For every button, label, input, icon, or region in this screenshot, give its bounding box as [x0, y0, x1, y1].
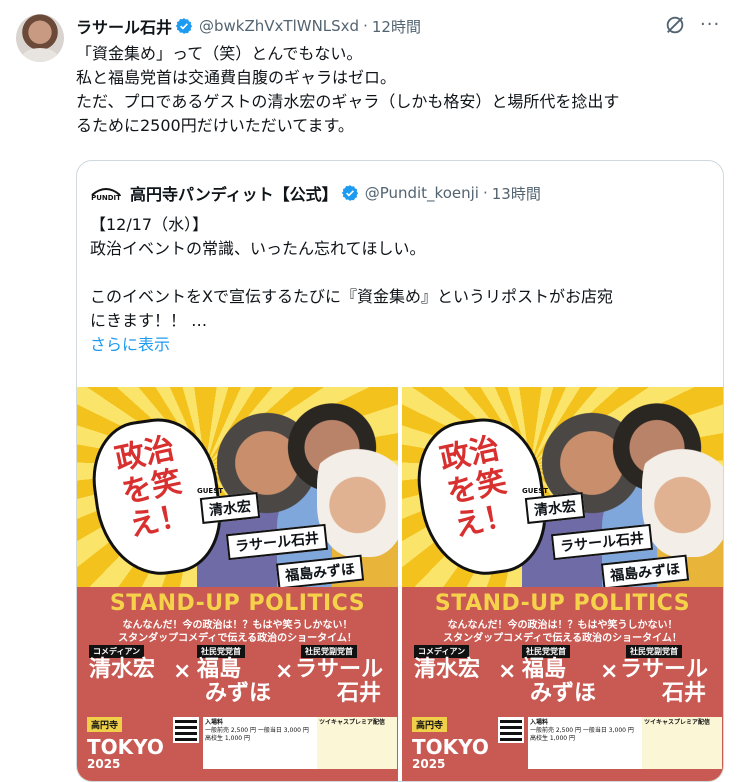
- poster-title: STAND-UP POLITICS: [434, 591, 691, 616]
- cast-name: 清水宏: [89, 657, 156, 682]
- cast-name: みずほ: [530, 681, 597, 706]
- quote-line: [90, 261, 710, 285]
- cast-name: ラサール: [295, 657, 384, 682]
- cast-block: コメディアン 社民党党首 社民党副党首 清水宏 × 福島 みずほ × ラサール …: [414, 645, 714, 705]
- ticket-info: 入場料 一般前売 2,500 円 一般当日 3,000 円 高校生 1,000 円: [203, 717, 317, 769]
- tweet-header: ラサール石井 @bwkZhVxTlWNLSxd · 12時間: [76, 14, 421, 38]
- tweet-line: 「資金集め」って（笑）とんでもない。: [76, 44, 363, 63]
- poster-image-1[interactable]: 政治を笑え！ GUEST 清水宏 ラサール石井 福島みずほ STAND-UP P…: [77, 387, 398, 781]
- more-icon[interactable]: ···: [700, 14, 720, 35]
- quote-time[interactable]: 13時間: [492, 183, 541, 204]
- cross-mark: ×: [173, 659, 192, 684]
- quote-line: このイベントをXで宣伝するたびに『資金集め』というリポストがお店宛: [90, 287, 613, 306]
- cast-name: ラサール: [620, 657, 709, 682]
- quoted-tweet[interactable]: PUNDIT 高円寺パンディット【公式】 @Pundit_koenji · 13…: [76, 160, 724, 782]
- separator: ·: [363, 17, 368, 35]
- cast-name: 石井: [337, 681, 382, 706]
- city-label: TOKYO: [87, 735, 164, 759]
- cast-block: コメディアン 社民党党首 社民党副党首 清水宏 × 福島 みずほ × ラサール …: [89, 645, 389, 705]
- poster-image-2[interactable]: 政治を笑え！ GUEST 清水宏 ラサール石井 福島みずほ STAND-UP P…: [402, 387, 723, 781]
- year-label: 2025: [87, 757, 121, 771]
- cross-mark: ×: [275, 659, 294, 684]
- quote-author-name[interactable]: 高円寺パンディット【公式】: [130, 181, 338, 205]
- quote-line: 【12/17（水）】: [90, 215, 209, 234]
- author-name[interactable]: ラサール石井: [76, 14, 172, 38]
- stream-info: ツイキャスプレミア配信: [317, 717, 397, 769]
- verified-badge-icon: [341, 185, 358, 201]
- quote-header: PUNDIT 高円寺パンディット【公式】 @Pundit_koenji · 13…: [90, 181, 541, 205]
- tweet-line: 私と福島党首は交通費自腹のギャラはゼロ。: [76, 68, 397, 87]
- year-label: 2025: [412, 757, 446, 771]
- tweet-line: ただ、プロであるゲストの清水宏のギャラ（しかも格安）と場所代を捻出す: [76, 92, 620, 111]
- tweet-text: 「資金集め」って（笑）とんでもない。 私と福島党首は交通費自腹のギャラはゼロ。 …: [76, 42, 716, 138]
- quote-line: 政治イベントの常識、いったん忘れてほしい。: [90, 239, 426, 258]
- author-handle[interactable]: @bwkZhVxTlWNLSxd: [199, 17, 359, 35]
- stream-info: ツイキャスプレミア配信: [642, 717, 722, 769]
- quote-media: 政治を笑え！ GUEST 清水宏 ラサール石井 福島みずほ STAND-UP P…: [77, 387, 723, 781]
- poster-title: STAND-UP POLITICS: [109, 591, 366, 616]
- grok-icon[interactable]: [664, 14, 686, 36]
- author-avatar[interactable]: [16, 14, 64, 62]
- ticket-info: 入場料 一般前売 2,500 円 一般当日 3,000 円 高校生 1,000 円: [528, 717, 642, 769]
- person-photo: [317, 427, 398, 557]
- quote-line: にきます！！ …: [90, 311, 208, 330]
- separator: ·: [482, 184, 488, 202]
- guest-label: GUEST: [197, 487, 224, 495]
- qr-code: [498, 717, 524, 743]
- logo-text: PUNDIT: [91, 194, 121, 202]
- tweet-time[interactable]: 12時間: [372, 16, 421, 37]
- cast-name: みずほ: [205, 681, 272, 706]
- poster-subtitle: なんなんだ！今の政治は！？もはや笑うしかない！ スタンダップコメディで伝える政治の…: [118, 620, 357, 644]
- poster-subtitle: なんなんだ！今の政治は！？もはや笑うしかない！ スタンダップコメディで伝える政治の…: [443, 620, 682, 644]
- city-label: TOKYO: [412, 735, 489, 759]
- cross-mark: ×: [498, 659, 517, 684]
- quote-author-handle[interactable]: @Pundit_koenji: [365, 184, 479, 202]
- cast-name: 福島: [197, 657, 242, 682]
- pundit-logo[interactable]: PUNDIT: [90, 183, 122, 203]
- cast-name: 福島: [522, 657, 567, 682]
- tweet-line: るために2500円だけいただいてます。: [76, 116, 354, 135]
- qr-code: [173, 717, 199, 743]
- cross-mark: ×: [600, 659, 619, 684]
- quote-text: 【12/17（水）】 政治イベントの常識、いったん忘れてほしい。 このイベントを…: [90, 213, 710, 357]
- venue-label: 高円寺: [412, 717, 448, 732]
- guest-label: GUEST: [522, 487, 549, 495]
- cast-name: 清水宏: [414, 657, 481, 682]
- cast-name: 石井: [662, 681, 707, 706]
- venue-label: 高円寺: [87, 717, 123, 732]
- verified-badge-icon: [175, 18, 193, 34]
- show-more-link[interactable]: さらに表示: [90, 333, 710, 357]
- person-photo: [642, 427, 723, 557]
